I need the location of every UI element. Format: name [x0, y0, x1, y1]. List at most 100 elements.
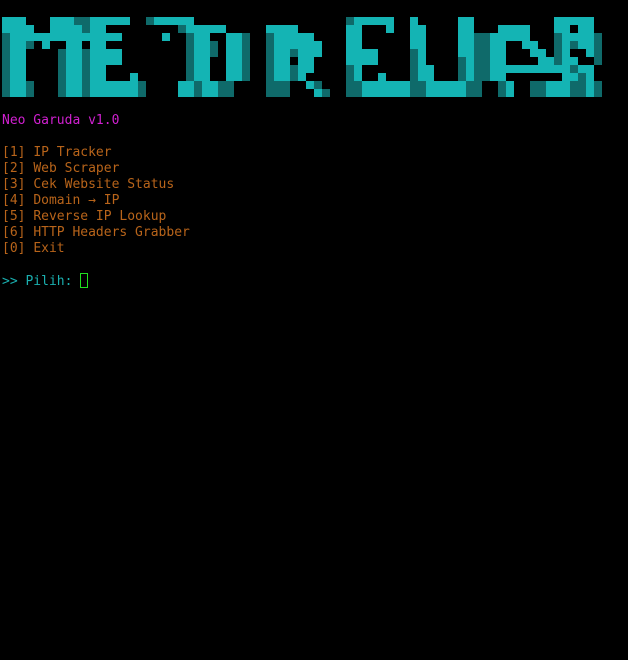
banner-block	[74, 65, 82, 73]
banner-block	[386, 89, 394, 97]
menu-item[interactable]: [0] Exit	[2, 241, 65, 257]
banner-shade	[322, 89, 330, 97]
banner-shade	[242, 49, 250, 57]
banner-shade	[186, 57, 194, 65]
banner-block	[514, 65, 522, 73]
banner-block	[234, 33, 242, 41]
banner-block	[10, 89, 18, 97]
banner-shade	[242, 41, 250, 49]
banner-block	[10, 17, 18, 25]
banner-shade	[58, 81, 66, 89]
banner-block	[66, 49, 74, 57]
banner-shade	[274, 89, 282, 97]
banner-block	[410, 17, 418, 25]
banner-block	[562, 25, 570, 33]
menu-label: Web Scraper	[33, 161, 120, 176]
banner-block	[586, 81, 594, 89]
banner-shade	[474, 33, 482, 41]
banner-block	[130, 81, 138, 89]
menu-key: [0]	[2, 241, 26, 256]
menu-item[interactable]: [4] Domain → IP	[2, 193, 119, 209]
banner-block	[418, 57, 426, 65]
banner-block	[122, 81, 130, 89]
banner-block	[418, 41, 426, 49]
banner-block	[298, 73, 306, 81]
banner-shade	[58, 65, 66, 73]
banner-block	[226, 57, 234, 65]
banner-block	[346, 49, 354, 57]
banner-block	[466, 17, 474, 25]
banner-block	[98, 25, 106, 33]
banner-block	[578, 41, 586, 49]
banner-block	[10, 49, 18, 57]
banner-block	[506, 25, 514, 33]
banner-block	[194, 65, 202, 73]
banner-block	[362, 57, 370, 65]
banner-block	[578, 65, 586, 73]
banner-block	[522, 25, 530, 33]
banner-block	[66, 65, 74, 73]
banner-block	[186, 81, 194, 89]
banner-block	[370, 17, 378, 25]
banner-shade	[482, 57, 490, 65]
banner-block	[154, 17, 162, 25]
banner-block	[306, 41, 314, 49]
banner-shade	[410, 81, 418, 89]
banner-block	[506, 65, 514, 73]
banner-block	[210, 25, 218, 33]
banner-shade	[218, 81, 226, 89]
banner-shade	[290, 73, 298, 81]
banner-block	[458, 33, 466, 41]
banner-block	[426, 89, 434, 97]
banner-block	[498, 73, 506, 81]
menu-item[interactable]: [1] IP Tracker	[2, 145, 112, 161]
banner-block	[586, 49, 594, 57]
banner-block	[194, 49, 202, 57]
banner-block	[98, 73, 106, 81]
banner-block	[98, 57, 106, 65]
banner-shade	[138, 81, 146, 89]
input-prompt[interactable]: >> Pilih:	[2, 273, 89, 289]
banner-block	[570, 33, 578, 41]
banner-block	[546, 57, 554, 65]
banner-block	[546, 81, 554, 89]
banner-block	[274, 73, 282, 81]
banner-shade	[354, 89, 362, 97]
banner-block	[226, 49, 234, 57]
banner-block	[202, 57, 210, 65]
banner-shade	[594, 81, 602, 89]
banner-shade	[266, 89, 274, 97]
banner-block	[178, 89, 186, 97]
banner-block	[394, 81, 402, 89]
banner-block	[186, 25, 194, 33]
banner-block	[82, 33, 90, 41]
banner-block	[490, 33, 498, 41]
banner-shade	[466, 89, 474, 97]
menu-label: HTTP Headers Grabber	[33, 225, 190, 240]
banner-block	[210, 81, 218, 89]
banner-block	[186, 17, 194, 25]
banner-block	[18, 73, 26, 81]
banner-block	[418, 65, 426, 73]
menu-item[interactable]: [6] HTTP Headers Grabber	[2, 225, 190, 241]
banner-shade	[58, 57, 66, 65]
banner-shade	[226, 81, 234, 89]
text-cursor[interactable]	[80, 273, 89, 288]
banner-block	[66, 17, 74, 25]
banner-block	[562, 41, 570, 49]
menu-item[interactable]: [5] Reverse IP Lookup	[2, 209, 166, 225]
banner-block	[498, 49, 506, 57]
banner-block	[122, 89, 130, 97]
banner-block	[202, 49, 210, 57]
menu-item[interactable]: [3] Cek Website Status	[2, 177, 174, 193]
banner-block	[466, 65, 474, 73]
banner-block	[386, 17, 394, 25]
banner-shade	[554, 41, 562, 49]
banner-shade	[570, 41, 578, 49]
banner-shade	[554, 57, 562, 65]
banner-block	[290, 33, 298, 41]
banner-shade	[282, 89, 290, 97]
menu-item[interactable]: [2] Web Scraper	[2, 161, 119, 177]
banner-shade	[2, 33, 10, 41]
banner-block	[402, 89, 410, 97]
